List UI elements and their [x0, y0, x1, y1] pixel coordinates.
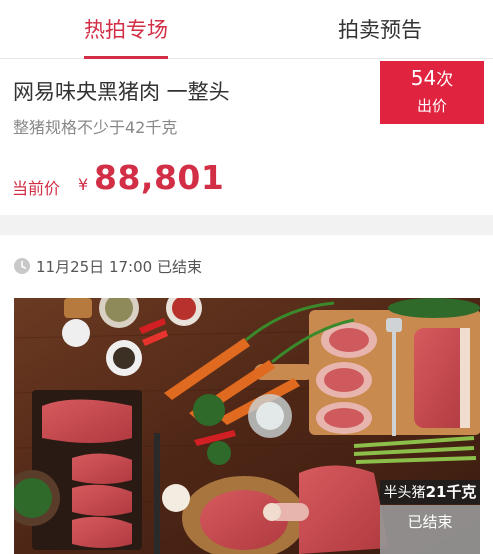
product-title: 网易味央黑猪肉 一整头 — [13, 80, 230, 104]
current-price: 88,801 — [94, 158, 225, 197]
tab-auction-preview[interactable]: 拍卖预告 — [290, 0, 470, 58]
tab-hot-auction[interactable]: 热拍专场 — [36, 0, 216, 58]
auction-end-time: 11月25日 17:00 已结束 — [36, 257, 202, 276]
weight-label-value: 21千克 — [425, 483, 477, 501]
ended-status-overlay: 已结束 — [380, 505, 480, 543]
bid-label: 出价 — [416, 97, 447, 115]
tab-bar: 热拍专场 拍卖预告 — [0, 0, 493, 59]
bid-count-badge: 54次 出价 — [380, 61, 484, 124]
section-separator — [0, 215, 493, 235]
bid-count: 54 — [410, 66, 437, 90]
price-label: 当前价 — [12, 179, 61, 198]
ended-auction-card[interactable]: 11月25日 17:00 已结束 半头猪21千克 已结束 — [0, 235, 493, 554]
clock-icon — [14, 258, 30, 274]
auction-card[interactable]: 网易味央黑猪肉 一整头 整猪规格不少于42千克 当前价 ¥ 88,801 54次… — [0, 59, 493, 215]
auction-time-row: 11月25日 17:00 已结束 — [13, 255, 202, 277]
bid-count-row: 54次 — [380, 67, 484, 91]
weight-label-prefix: 半头猪 — [383, 485, 426, 501]
product-spec: 整猪规格不少于42千克 — [13, 118, 178, 137]
status-overlay-bottom — [380, 543, 480, 554]
product-weight-label: 半头猪21千克 — [380, 480, 480, 504]
currency-symbol: ¥ — [78, 175, 89, 194]
bid-count-unit: 次 — [436, 70, 454, 90]
